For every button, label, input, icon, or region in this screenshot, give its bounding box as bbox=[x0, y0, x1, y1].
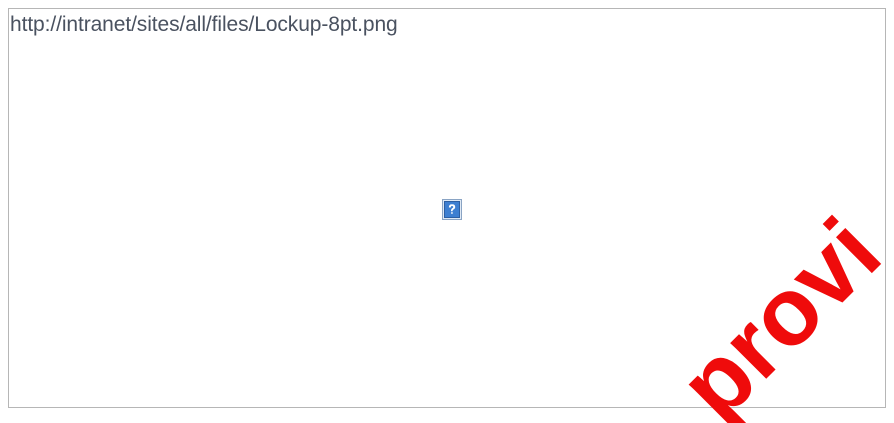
image-alt-text: http://intranet/sites/all/files/Lockup-8… bbox=[10, 13, 398, 36]
broken-image-frame: http://intranet/sites/all/files/Lockup-8… bbox=[8, 8, 886, 408]
broken-image-question-icon bbox=[442, 199, 462, 220]
